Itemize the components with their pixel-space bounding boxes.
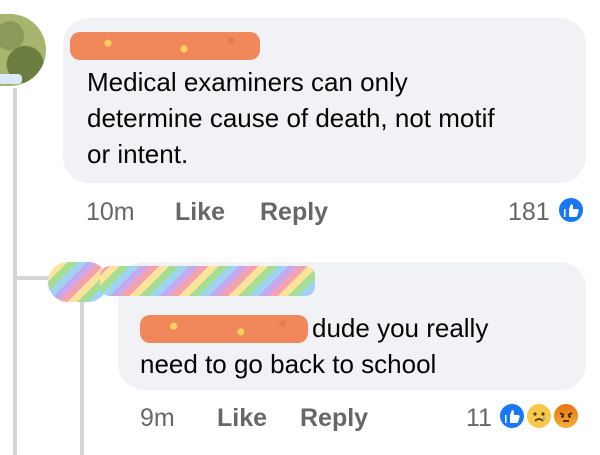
reply-reply-button[interactable]: Reply <box>300 404 368 433</box>
like-button[interactable]: Like <box>175 198 225 227</box>
avatar-badge <box>0 74 22 84</box>
thread-line-connector <box>15 276 51 280</box>
thread-line-main <box>13 88 17 455</box>
redacted-reply-author-name <box>100 266 315 296</box>
angry-icon <box>552 402 580 430</box>
sad-icon <box>525 402 553 430</box>
reply-timestamp[interactable]: 9m <box>140 404 175 433</box>
redacted-author-name <box>70 32 260 60</box>
reply-like-button[interactable]: Like <box>217 404 267 433</box>
comment-text: Medical examiners can only determine cau… <box>87 67 495 169</box>
reply-reaction-count[interactable]: 11 <box>466 404 492 433</box>
reply-button[interactable]: Reply <box>260 198 328 227</box>
like-icon <box>557 196 585 224</box>
comment-timestamp[interactable]: 10m <box>86 198 135 227</box>
avatar[interactable] <box>0 14 46 86</box>
reply-avatar[interactable] <box>48 262 108 302</box>
thread-line-reply <box>80 300 84 455</box>
reply-text: dude you really need to go back to schoo… <box>140 313 489 379</box>
reaction-count[interactable]: 181 <box>508 198 550 227</box>
like-icon <box>498 402 526 430</box>
